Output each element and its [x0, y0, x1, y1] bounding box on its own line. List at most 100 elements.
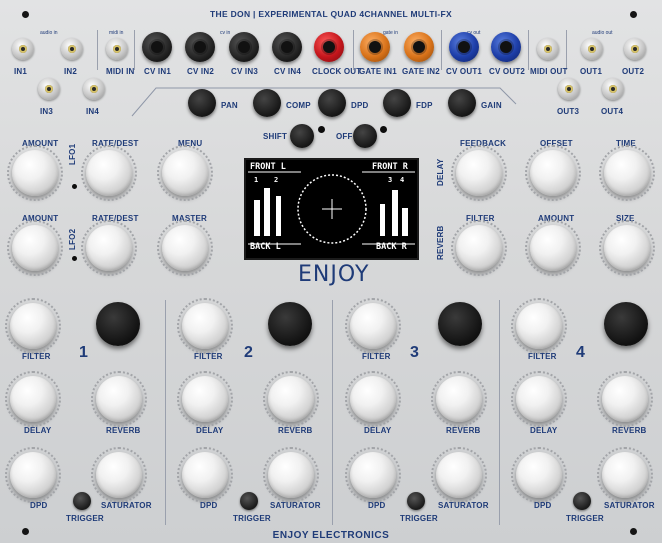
ch1-trigger-button[interactable] [73, 492, 91, 510]
lfo1-label: LFO1 [68, 143, 77, 165]
ch4-trigger-button[interactable] [573, 492, 591, 510]
ch4-delay-knob[interactable] [511, 371, 567, 427]
in3-jack[interactable] [38, 78, 60, 100]
lfo1-rate-knob[interactable] [81, 145, 137, 201]
comp-label: COMP [286, 101, 311, 110]
lfo2-led [72, 256, 77, 261]
cv-in1-label: CV IN1 [144, 67, 171, 76]
comp-button[interactable] [253, 89, 281, 117]
ch2-reverb-knob[interactable] [263, 371, 319, 427]
ch2-number: 2 [244, 344, 253, 361]
cv-in3-label: CV IN3 [231, 67, 258, 76]
reverb-size-knob[interactable] [599, 220, 655, 276]
brand-footer: ENJOY ELECTRONICS [272, 530, 390, 541]
off-button[interactable] [353, 124, 377, 148]
lfo2-amount-knob[interactable] [7, 220, 63, 276]
in2-jack[interactable] [61, 38, 83, 60]
ch4-saturator-label: SATURATOR [604, 501, 655, 510]
screen-ch1: 1 [254, 176, 259, 184]
in3-label: IN3 [40, 107, 54, 116]
in4-jack[interactable] [83, 78, 105, 100]
ch2-saturator-knob[interactable] [263, 447, 319, 503]
ch4-filter-knob[interactable] [511, 298, 567, 354]
reverb-filter-knob[interactable] [451, 220, 507, 276]
midi-out-jack[interactable] [537, 38, 559, 60]
gain-button[interactable] [448, 89, 476, 117]
out1-jack[interactable] [581, 38, 603, 60]
ch2-dpd-knob[interactable] [177, 447, 233, 503]
fdp-button[interactable] [383, 89, 411, 117]
clock-out-jack[interactable] [314, 32, 344, 62]
module-title: THE DON | EXPERIMENTAL QUAD 4CHANNEL MUL… [210, 9, 452, 19]
ch3-filter-label: FILTER [362, 352, 391, 361]
ch1-delay-label: DELAY [24, 426, 52, 435]
in1-label: IN1 [14, 67, 28, 76]
ch1-level-knob[interactable] [96, 302, 140, 346]
cv-in-section-label: cv in [220, 30, 231, 36]
audio-in-section-label: audio in [40, 30, 58, 36]
ch3-dpd-knob[interactable] [345, 447, 401, 503]
ch3-trigger-button[interactable] [407, 492, 425, 510]
cv-in4-jack[interactable] [272, 32, 302, 62]
cv-out2-jack[interactable] [491, 32, 521, 62]
lfo1-amount-knob[interactable] [7, 145, 63, 201]
ch1-dpd-knob[interactable] [5, 447, 61, 503]
ch1-delay-knob[interactable] [5, 371, 61, 427]
ch3-filter-knob[interactable] [345, 298, 401, 354]
cv-in2-jack[interactable] [185, 32, 215, 62]
ch3-level-knob[interactable] [438, 302, 482, 346]
ch2-delay-knob[interactable] [177, 371, 233, 427]
channel-divider [165, 300, 166, 525]
ch3-saturator-knob[interactable] [431, 447, 487, 503]
ch1-filter-label: FILTER [22, 352, 51, 361]
delay-time-knob[interactable] [599, 145, 655, 201]
divider [566, 30, 567, 70]
out2-jack[interactable] [624, 38, 646, 60]
lfo1-led [72, 184, 77, 189]
ch1-filter-knob[interactable] [5, 298, 61, 354]
lfo2-rate-knob[interactable] [81, 220, 137, 276]
ch1-reverb-knob[interactable] [91, 371, 147, 427]
in4-label: IN4 [86, 107, 100, 116]
midi-in-label: MIDI IN [106, 67, 135, 76]
out1-label: OUT1 [580, 67, 603, 76]
ch2-filter-knob[interactable] [177, 298, 233, 354]
ch4-level-knob[interactable] [604, 302, 648, 346]
ch2-reverb-label: REVERB [278, 426, 313, 435]
cv-in1-jack[interactable] [142, 32, 172, 62]
master-knob[interactable] [157, 220, 213, 276]
gate-in2-label: GATE IN2 [402, 67, 440, 76]
midi-in-section-label: midi in [109, 30, 124, 36]
delay-feedback-knob[interactable] [451, 145, 507, 201]
ch2-level-knob[interactable] [268, 302, 312, 346]
dpd-button[interactable] [318, 89, 346, 117]
delay-offset-knob[interactable] [525, 145, 581, 201]
ch4-reverb-knob[interactable] [597, 371, 653, 427]
reverb-amount-knob[interactable] [525, 220, 581, 276]
ch3-reverb-knob[interactable] [431, 371, 487, 427]
ch4-dpd-knob[interactable] [511, 447, 567, 503]
shift-button[interactable] [290, 124, 314, 148]
pan-button[interactable] [188, 89, 216, 117]
cv-in4-label: CV IN4 [274, 67, 301, 76]
cv-in3-jack[interactable] [229, 32, 259, 62]
ch4-saturator-knob[interactable] [597, 447, 653, 503]
cv-out1-jack[interactable] [449, 32, 479, 62]
out3-jack[interactable] [558, 78, 580, 100]
menu-knob[interactable] [157, 145, 213, 201]
in1-jack[interactable] [12, 38, 34, 60]
gate-in2-jack[interactable] [404, 32, 434, 62]
midi-in-jack[interactable] [106, 38, 128, 60]
screen-ch3: 3 [388, 176, 393, 184]
gate-in1-jack[interactable] [360, 32, 390, 62]
cv-in2-label: CV IN2 [187, 67, 214, 76]
divider [353, 30, 354, 70]
ch1-saturator-knob[interactable] [91, 447, 147, 503]
gate-in1-label: GATE IN1 [359, 67, 397, 76]
ch3-delay-knob[interactable] [345, 371, 401, 427]
out4-jack[interactable] [602, 78, 624, 100]
divider [134, 30, 135, 70]
ch2-trigger-button[interactable] [240, 492, 258, 510]
out4-label: OUT4 [601, 107, 624, 116]
lfo2-label: LFO2 [68, 228, 77, 250]
